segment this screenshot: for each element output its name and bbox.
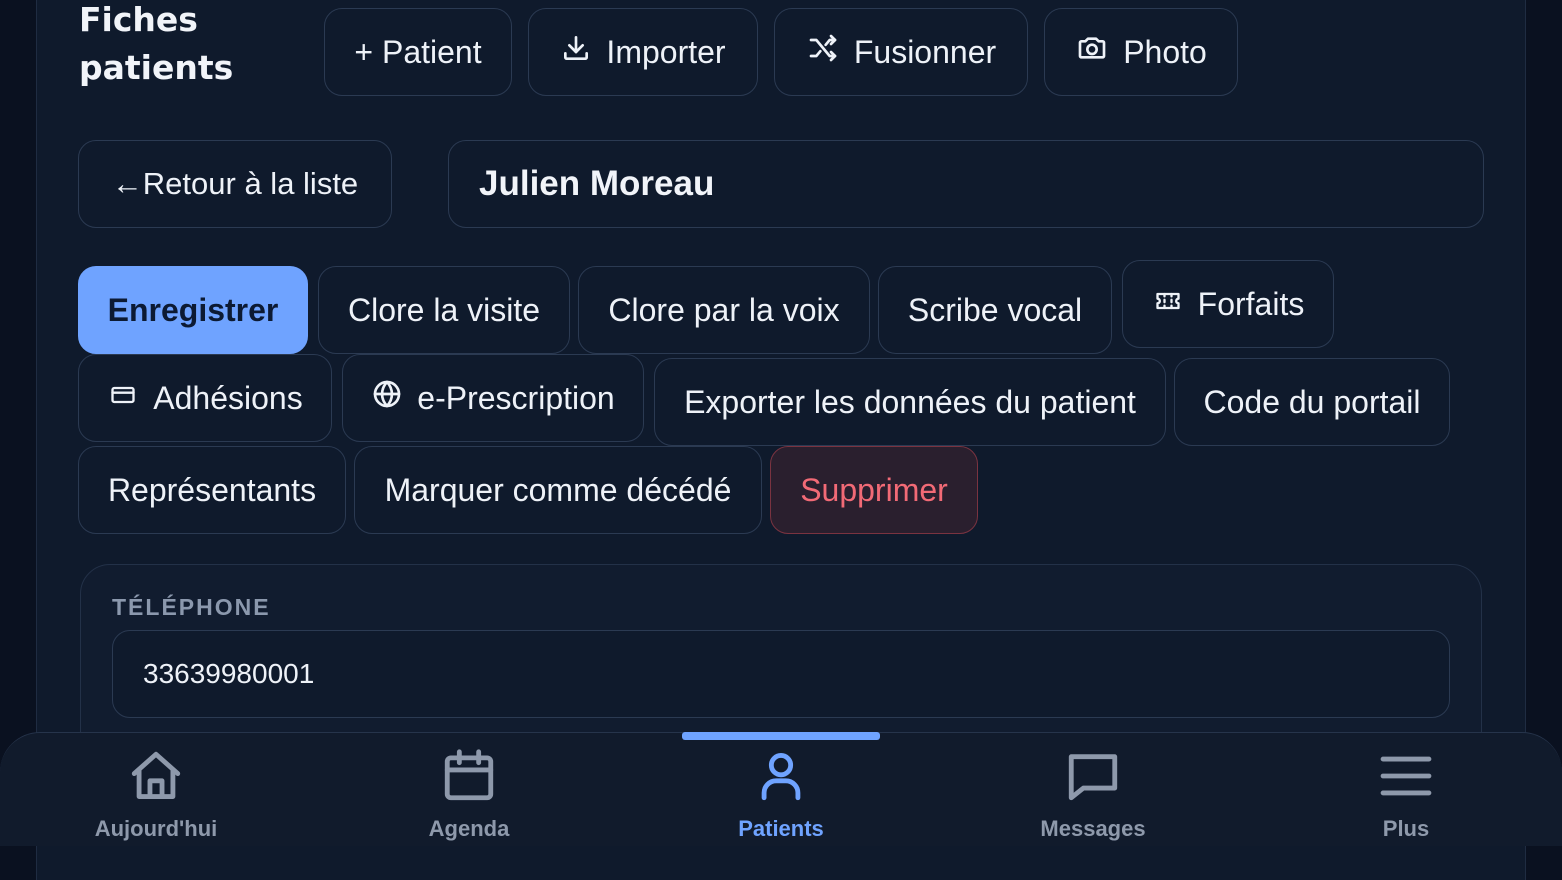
photo-label: Photo (1123, 33, 1207, 70)
close-visit-label: Clore la visite (347, 291, 541, 328)
calendar-icon (440, 733, 498, 810)
active-tab-indicator (682, 732, 880, 740)
portal-code-label: Code du portail (1203, 383, 1421, 420)
add-patient-label: + Patient (354, 33, 482, 70)
delete-button[interactable]: Supprimer (770, 446, 978, 534)
packages-button[interactable]: Forfaits (1122, 260, 1334, 348)
nav-label-today: Aujourd'hui (94, 816, 218, 841)
voice-scribe-label: Scribe vocal (907, 291, 1083, 328)
close-by-voice-label: Clore par la voix (608, 291, 840, 328)
nav-label-agenda: Agenda (428, 816, 510, 841)
portal-code-button[interactable]: Code du portail (1174, 358, 1450, 446)
delete-label: Supprimer (800, 471, 948, 508)
patient-name-text: Julien Moreau (479, 164, 715, 203)
close-visit-button[interactable]: Clore la visite (318, 266, 570, 354)
menu-icon (1377, 733, 1435, 810)
patient-name: Julien Moreau (448, 140, 1484, 228)
import-label: Importer (606, 33, 726, 70)
eprescription-button[interactable]: e-Prescription (342, 354, 644, 442)
nav-item-messages[interactable]: Messages (993, 733, 1193, 847)
phone-label: TÉLÉPHONE (112, 594, 271, 620)
packages-label: Forfaits (1197, 285, 1305, 322)
home-icon (127, 733, 185, 810)
shuffle-icon (806, 32, 840, 72)
save-button[interactable]: Enregistrer (78, 266, 308, 354)
nav-label-patients: Patients (738, 816, 824, 841)
message-icon (1064, 733, 1122, 810)
eprescription-label: e-Prescription (417, 379, 615, 416)
user-icon (752, 733, 810, 810)
export-patient-data-button[interactable]: Exporter les données du patient (654, 358, 1166, 446)
nav-label-more: Plus (1382, 816, 1430, 841)
merge-label: Fusionner (853, 33, 997, 70)
close-by-voice-button[interactable]: Clore par la voix (578, 266, 870, 354)
memberships-label: Adhésions (153, 379, 303, 416)
save-label: Enregistrer (107, 291, 279, 328)
back-to-list-button[interactable]: ←Retour à la liste (78, 140, 392, 228)
export-patient-data-label: Exporter les données du patient (684, 383, 1136, 420)
merge-button[interactable]: Fusionner (774, 8, 1028, 96)
phone-value: 33639980001 (143, 658, 315, 689)
nav-item-more[interactable]: Plus (1306, 733, 1506, 847)
import-button[interactable]: Importer (528, 8, 758, 96)
nav-item-agenda[interactable]: Agenda (369, 733, 569, 847)
memberships-button[interactable]: Adhésions (78, 354, 332, 442)
add-patient-button[interactable]: + Patient (324, 8, 512, 96)
representatives-button[interactable]: Représentants (78, 446, 346, 534)
photo-button[interactable]: Photo (1044, 8, 1238, 96)
representatives-label: Représentants (107, 471, 317, 508)
camera-icon (1075, 32, 1109, 72)
back-to-list-label: ←Retour à la liste (111, 166, 359, 201)
mark-deceased-label: Marquer comme décédé (384, 471, 732, 508)
voice-scribe-button[interactable]: Scribe vocal (878, 266, 1112, 354)
bottom-nav: Aujourd'hui Agenda Patients Messages Plu… (0, 732, 1562, 846)
nav-label-messages: Messages (1040, 816, 1146, 841)
nav-item-today[interactable]: Aujourd'hui (56, 733, 256, 847)
globe-icon (371, 378, 403, 418)
nav-item-patients[interactable]: Patients (681, 733, 881, 847)
download-icon (560, 32, 592, 72)
credit-card-icon (107, 380, 139, 417)
phone-field[interactable]: 33639980001 (112, 630, 1450, 718)
ticket-icon (1152, 286, 1184, 323)
page-title: Fiches patients (79, 0, 234, 87)
mark-deceased-button[interactable]: Marquer comme décédé (354, 446, 762, 534)
